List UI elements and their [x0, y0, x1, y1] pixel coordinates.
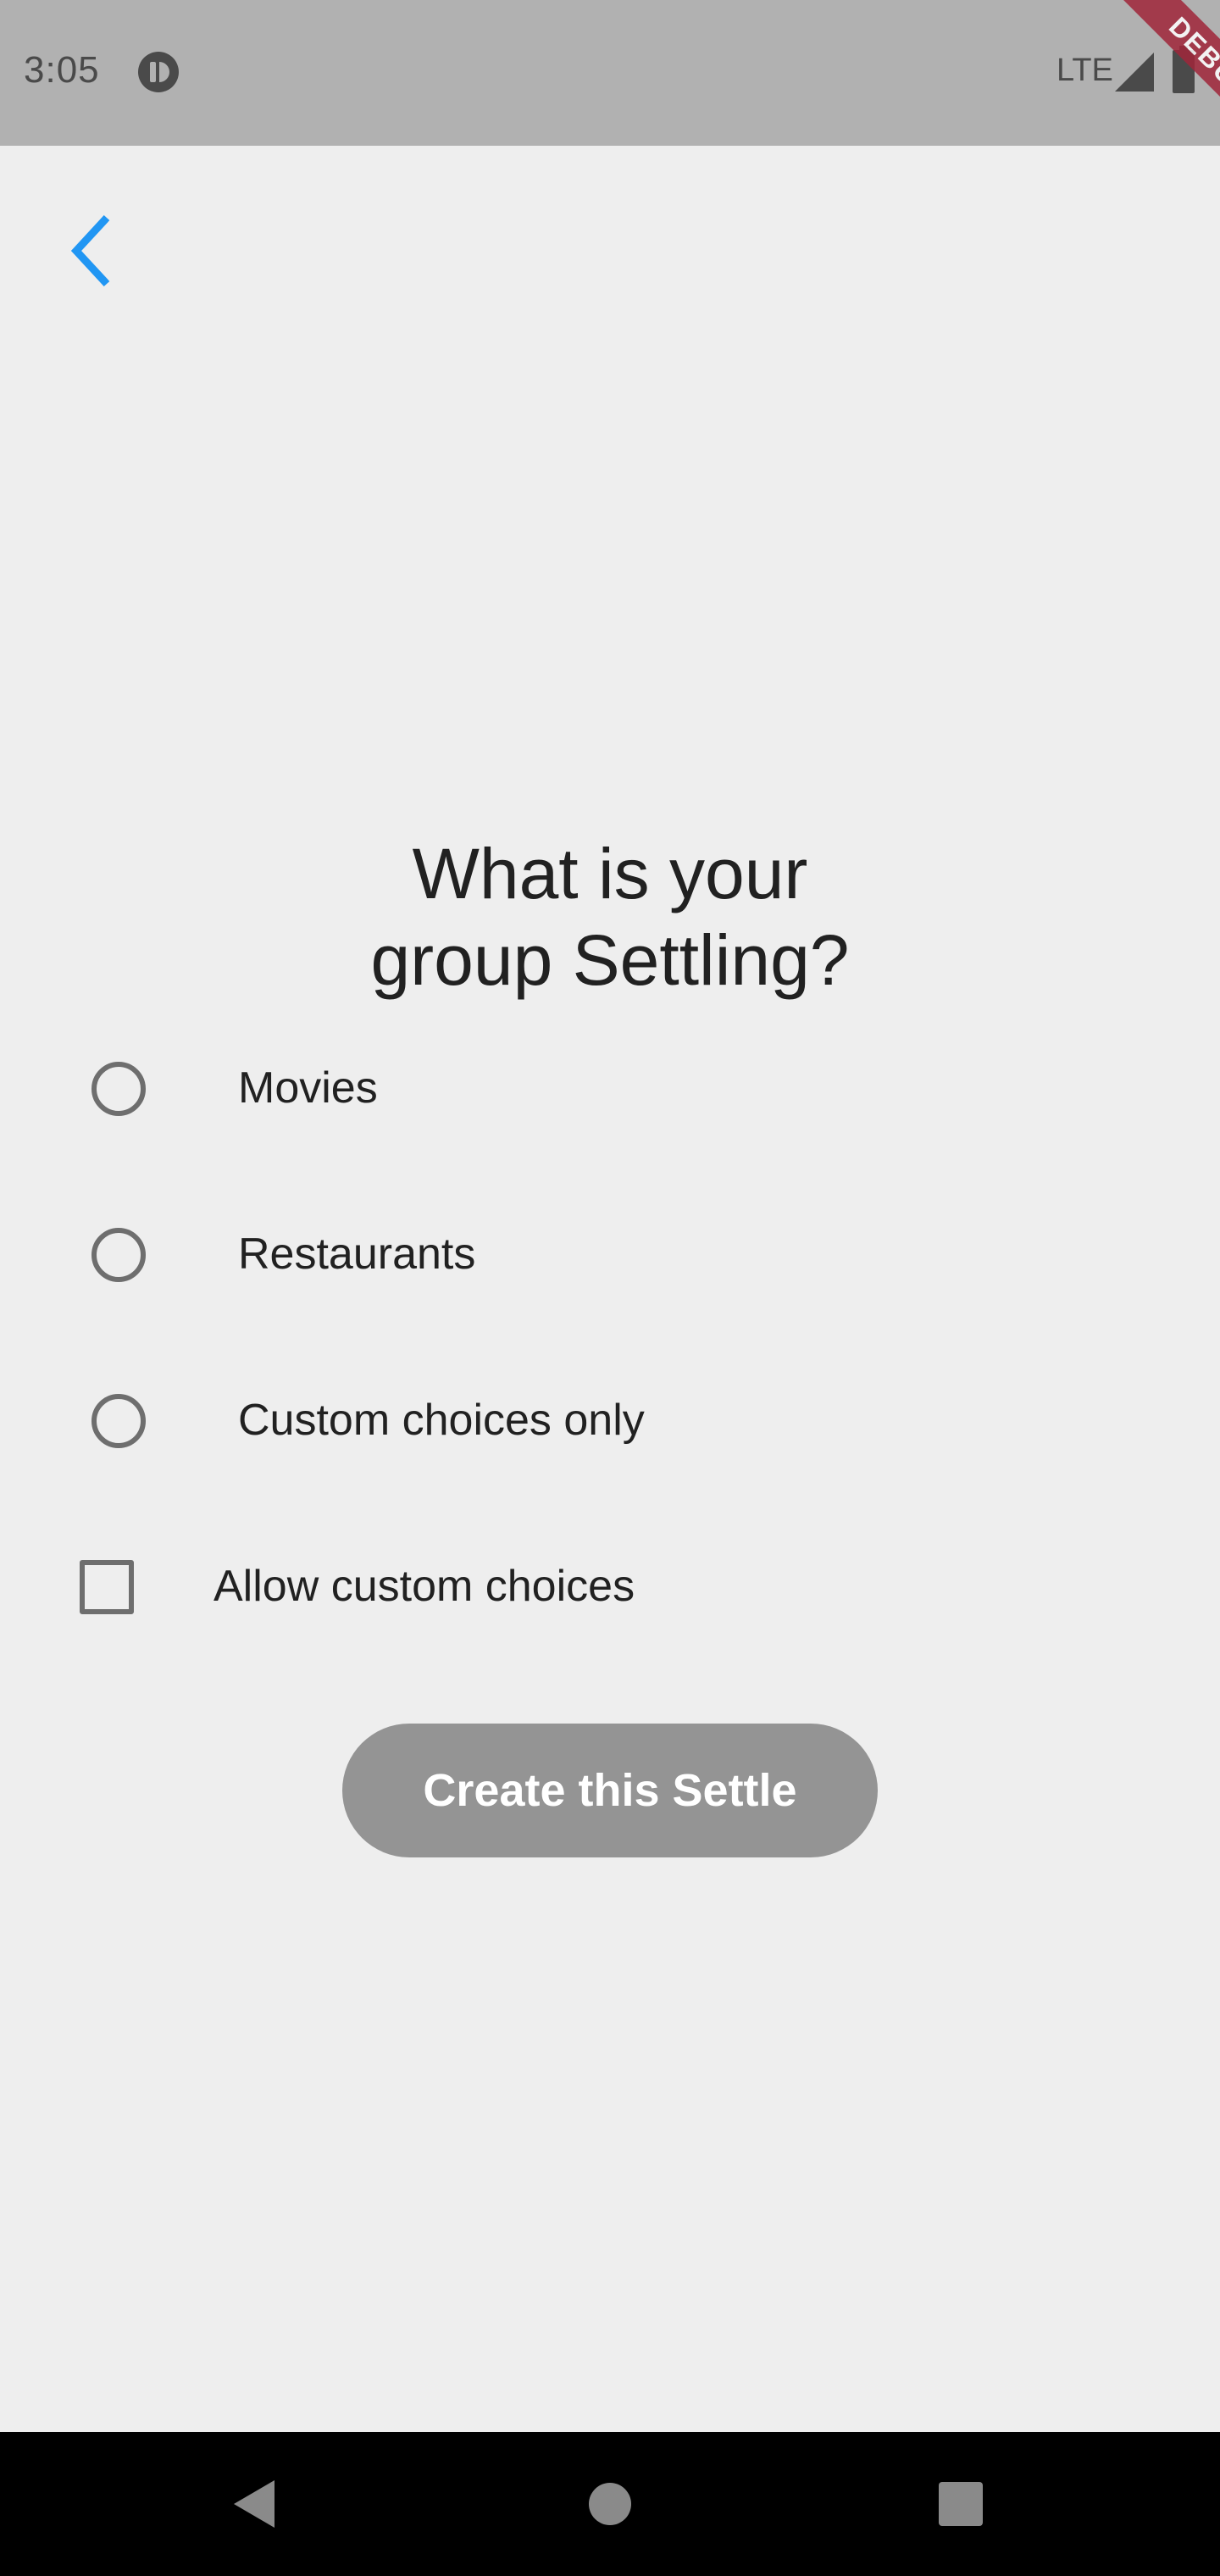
system-nav-bar	[0, 2432, 1220, 2576]
create-settle-button[interactable]: Create this Settle	[342, 1724, 878, 1857]
allow-custom-choices-checkbox[interactable]	[80, 1560, 134, 1614]
back-button[interactable]	[49, 200, 134, 302]
allow-custom-choices-row[interactable]: Allow custom choices	[0, 1524, 1220, 1651]
status-time: 3:05	[24, 49, 100, 91]
option-restaurants[interactable]: Restaurants	[0, 1191, 1220, 1319]
page-title: What is your group Settling?	[0, 830, 1220, 1003]
signal-icon	[1115, 53, 1154, 92]
back-triangle-icon	[234, 2480, 274, 2528]
chevron-left-icon	[70, 214, 110, 287]
option-label: Restaurants	[238, 1230, 476, 1279]
status-bar: 3:05 LTE	[0, 0, 1220, 146]
nav-back-button[interactable]	[182, 2432, 326, 2576]
home-circle-icon	[589, 2483, 631, 2525]
option-label: Custom choices only	[238, 1396, 645, 1445]
option-custom-choices-only[interactable]: Custom choices only	[0, 1357, 1220, 1485]
page-title-line-2: group Settling?	[370, 920, 850, 1000]
radio-button[interactable]	[92, 1394, 146, 1448]
radio-button[interactable]	[92, 1228, 146, 1282]
nav-home-button[interactable]	[538, 2432, 682, 2576]
option-movies[interactable]: Movies	[0, 1025, 1220, 1152]
app-notification-icon	[138, 52, 179, 92]
radio-button[interactable]	[92, 1062, 146, 1116]
page-title-line-1: What is your	[412, 834, 808, 913]
allow-custom-choices-label: Allow custom choices	[214, 1562, 635, 1611]
network-type-label: LTE	[1056, 53, 1113, 88]
option-label: Movies	[238, 1063, 378, 1113]
battery-icon	[1173, 46, 1195, 93]
nav-recents-button[interactable]	[889, 2432, 1033, 2576]
recents-square-icon	[939, 2482, 983, 2526]
